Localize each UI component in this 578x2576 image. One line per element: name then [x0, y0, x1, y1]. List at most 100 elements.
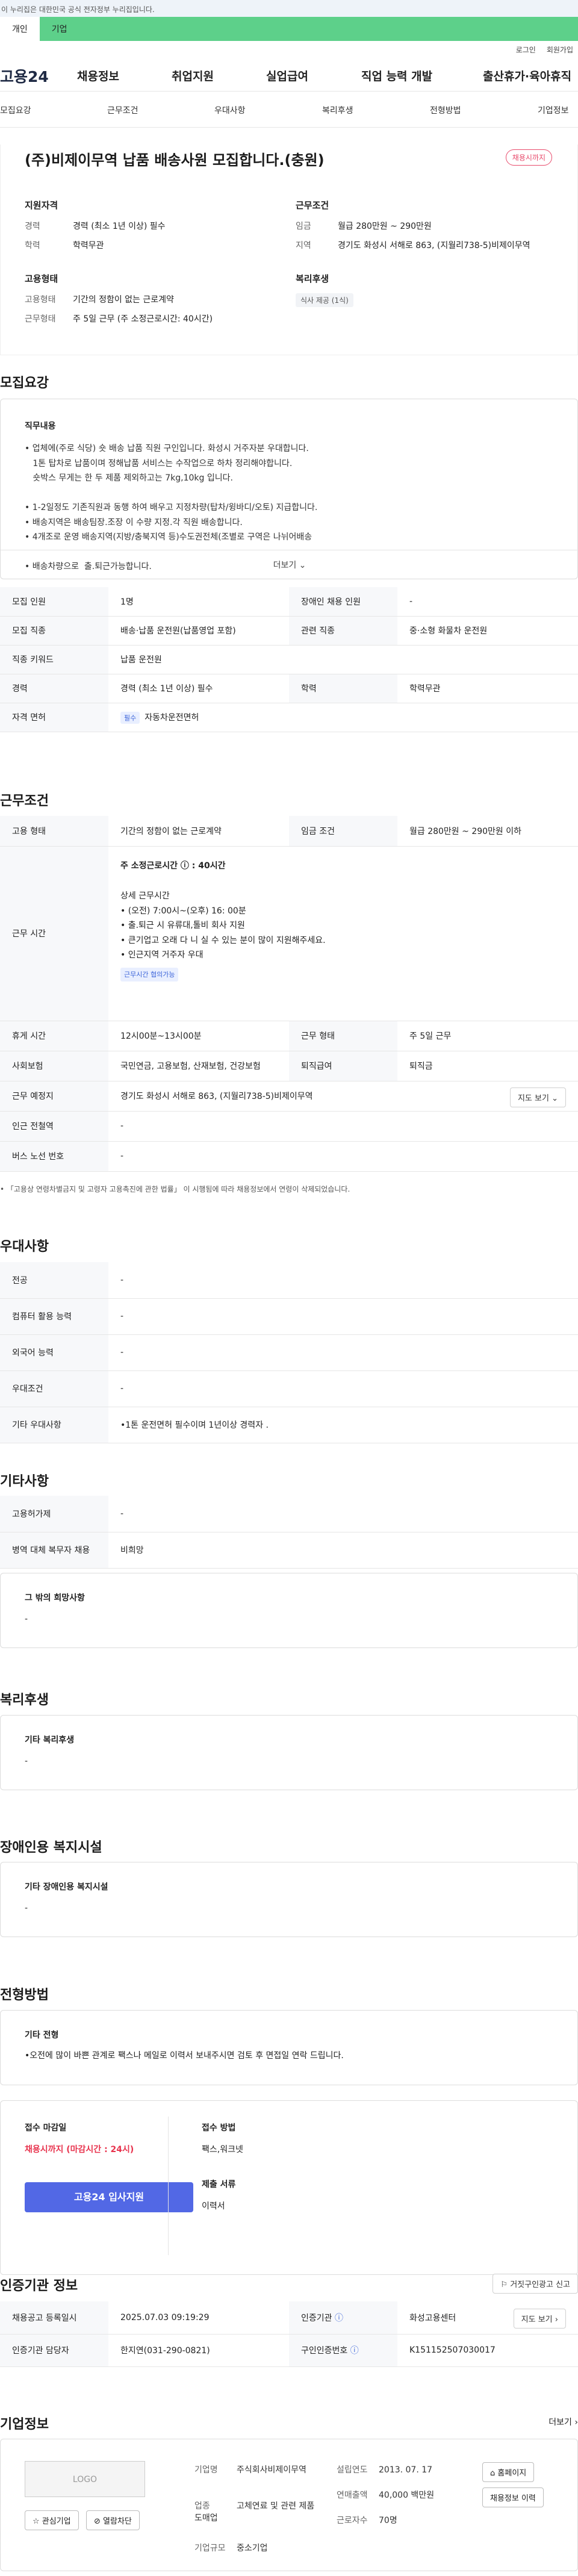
- table-row: 전공 -: [0, 1262, 578, 1299]
- row-value: K151152507030017: [397, 2334, 578, 2367]
- required-tag: 필수: [120, 711, 140, 724]
- welfare-block: 복리후생 식사 제공 (1식): [296, 272, 353, 307]
- row-value: 비희망: [108, 1532, 578, 1569]
- snb-company[interactable]: 기업정보: [538, 104, 569, 116]
- table-row: 모집 직종 배송·납품 운전원(납품영업 포함) 관련 직종 중·소형 화물차 운전원: [0, 616, 578, 646]
- snb-welfare[interactable]: 복리후생: [322, 104, 353, 116]
- more-label: 더보기: [548, 2418, 572, 2427]
- home-label: 홈페이지: [497, 2469, 527, 2478]
- method-label: 접수 방법: [202, 2123, 236, 2133]
- job-summary: (주)비제이무역 납품 배송사원 모집합니다.(충원) 채용시까지 지원자격 경…: [0, 145, 578, 355]
- company-title: 기업정보: [0, 2417, 49, 2432]
- block-button[interactable]: ⊘ 열람차단: [86, 2510, 140, 2530]
- gnb-jobs[interactable]: 채용정보: [77, 67, 119, 84]
- gov-banner-text: 이 누리집은 대한민국 공식 전자정부 누리집입니다.: [1, 5, 155, 14]
- duty-box: 직무내용 • 업체에(주로 식당) 숏 배송 납품 직원 구인입니다. 화성시 …: [0, 399, 578, 579]
- apply-box: 접수 마감일 채용시까지 (마감시간 : 24시) 고용24 입사지원 접수 방…: [0, 2100, 578, 2275]
- gnb-leave[interactable]: 출산휴가·육아휴직: [483, 67, 571, 84]
- worktype-label: 근무형태: [25, 314, 56, 324]
- row-value: 학력무관: [397, 674, 578, 703]
- wage-value: 월급 280만원 ~ 290만원: [338, 222, 432, 231]
- block-icon: ⊘: [94, 2517, 101, 2526]
- company-emp: 근로자수 70명: [337, 2514, 397, 2526]
- qualification-block: 지원자격 경력 경력 (최소 1년 이상) 필수 학력 학력무관: [25, 199, 166, 258]
- edu-value: 학력무관: [73, 241, 104, 250]
- snb-pref[interactable]: 우대사항: [214, 104, 246, 116]
- table-row: 버스 노선 번호 -: [0, 1141, 578, 1172]
- row-value: 한지연(031-290-0821): [108, 2334, 289, 2367]
- map-button[interactable]: 지도 보기 ⌄: [509, 1087, 566, 1107]
- row-label: 인근 전철역: [0, 1111, 108, 1142]
- row-label: 컴퓨터 활용 능력: [0, 1298, 108, 1335]
- row-label: 모집 직종: [0, 616, 108, 646]
- gnb-support[interactable]: 취업지원: [172, 67, 214, 84]
- snb-work[interactable]: 근무조건: [107, 104, 138, 116]
- gnb-training[interactable]: 직업 능력 개발: [361, 67, 432, 84]
- table-row: 휴게 시간 12시00분~13시00분 근무 형태 주 5일 근무: [0, 1021, 578, 1051]
- login-link[interactable]: 로그인: [516, 45, 536, 55]
- row-label: 기타 우대사항: [0, 1407, 108, 1443]
- tab-company[interactable]: 기업: [40, 17, 79, 41]
- row-label: 버스 노선 번호: [0, 1141, 108, 1172]
- company-size: 기업규모 중소기업: [194, 2542, 268, 2554]
- worktype-value: 주 5일 근무 (주 소정근로시간: 40시간): [73, 314, 213, 324]
- table-row: 근무 시간 주 소정근로시간 ⓘ : 40시간 상세 근무시간 • (오전) 7…: [0, 846, 578, 1021]
- more-button[interactable]: 더보기 ⌄: [1, 550, 578, 580]
- row-value: 1명: [108, 587, 289, 617]
- edu-label: 학력: [25, 241, 40, 250]
- tab-personal[interactable]: 개인: [0, 17, 40, 41]
- site-logo[interactable]: 고용24: [0, 65, 49, 87]
- disab-title: 장애인용 복지시설: [0, 1840, 102, 1855]
- company-est: 설립연도 2013. 07. 17: [337, 2463, 432, 2475]
- company-more-link[interactable]: 더보기 ›: [548, 2416, 578, 2428]
- fav-button[interactable]: ☆ 관심기업: [25, 2510, 79, 2530]
- report-button[interactable]: ⚐ 거짓구인광고 신고: [493, 2274, 578, 2294]
- row-label: 관련 직종: [289, 616, 397, 646]
- hours-detail: 상세 근무시간 • (오전) 7:00시~(오후) 16: 00분 • 출.퇴근…: [120, 891, 326, 960]
- row-value: -: [108, 1334, 578, 1371]
- row-value: •1톤 운전면허 필수이며 1년이상 경력자 .: [108, 1407, 578, 1443]
- row-value: 퇴직금: [397, 1051, 578, 1081]
- work-title: 근무조건: [0, 794, 49, 809]
- gnb-benefit[interactable]: 실업급여: [266, 67, 308, 84]
- welfare-value: -: [25, 1756, 28, 1766]
- row-value: 12시00분~13시00분: [108, 1021, 289, 1051]
- divider: [168, 2117, 169, 2255]
- snb-recruit[interactable]: 모집요강: [0, 104, 31, 116]
- info-icon[interactable]: ⓘ: [350, 2346, 359, 2356]
- table-row: 경력 경력 (최소 1년 이상) 필수 학력 학력무관: [0, 674, 578, 703]
- chevron-down-icon: ⌄: [552, 1094, 558, 1103]
- star-icon: ☆: [33, 2517, 40, 2526]
- ind-label: 업종: [194, 2501, 210, 2511]
- agency-map-button[interactable]: 지도 보기 ›: [513, 2309, 566, 2329]
- table-row: 자격 면허 필수 자동차운전면허: [0, 703, 578, 732]
- table-row: 고용 형태 기간의 정함이 없는 근로계약 임금 조건 월급 280만원 ~ 290만…: [0, 816, 578, 847]
- global-nav: 고용24 채용정보 취업지원 실업급여 직업 능력 개발 출산휴가·육아휴직: [0, 55, 578, 92]
- etc-table: 고용허가제 - 병역 대체 복무자 채용 비희망: [0, 1496, 578, 1569]
- row-value: 기간의 정함이 없는 근로계약: [108, 816, 289, 847]
- row-label: 사회보험: [0, 1051, 108, 1081]
- deadline-value: 채용시까지 (마감시간 : 24시): [25, 2145, 134, 2154]
- name-value: 주식회사비제이무역: [237, 2465, 306, 2475]
- row-value: 국민연금, 고용보험, 산재보험, 건강보험: [108, 1051, 289, 1081]
- sales-label: 연매출액: [337, 2490, 368, 2500]
- job-title: (주)비제이무역 납품 배송사원 모집합니다.(충원): [25, 152, 325, 169]
- info-icon[interactable]: ⓘ: [335, 2313, 343, 2323]
- gov-banner: 이 누리집은 대한민국 공식 전자정부 누리집입니다.: [0, 0, 578, 17]
- emp-value: 70명: [379, 2516, 397, 2525]
- snb-process[interactable]: 전형방법: [430, 104, 461, 116]
- company-logo: LOGO: [25, 2461, 145, 2497]
- row-label: 경력: [0, 674, 108, 703]
- row-label: 직종 키워드: [0, 645, 108, 674]
- row-value: 월급 280만원 ~ 290만원 이하: [397, 816, 578, 847]
- row-label: 인증기관: [301, 2313, 332, 2323]
- job-history-button[interactable]: 채용정보 이력: [482, 2487, 544, 2507]
- career-label: 경력: [25, 222, 40, 231]
- name-label: 기업명: [194, 2465, 218, 2475]
- sales-value: 40,000 백만원: [379, 2490, 435, 2500]
- emp-value: 기간의 정함이 없는 근로계약: [73, 295, 174, 305]
- disab-box: 기타 장애인용 복지시설 -: [0, 1862, 578, 1937]
- row-label: 병역 대체 복무자 채용: [0, 1532, 108, 1569]
- signup-link[interactable]: 회원가입: [547, 45, 573, 55]
- homepage-button[interactable]: ⌂ 홈페이지: [482, 2462, 535, 2482]
